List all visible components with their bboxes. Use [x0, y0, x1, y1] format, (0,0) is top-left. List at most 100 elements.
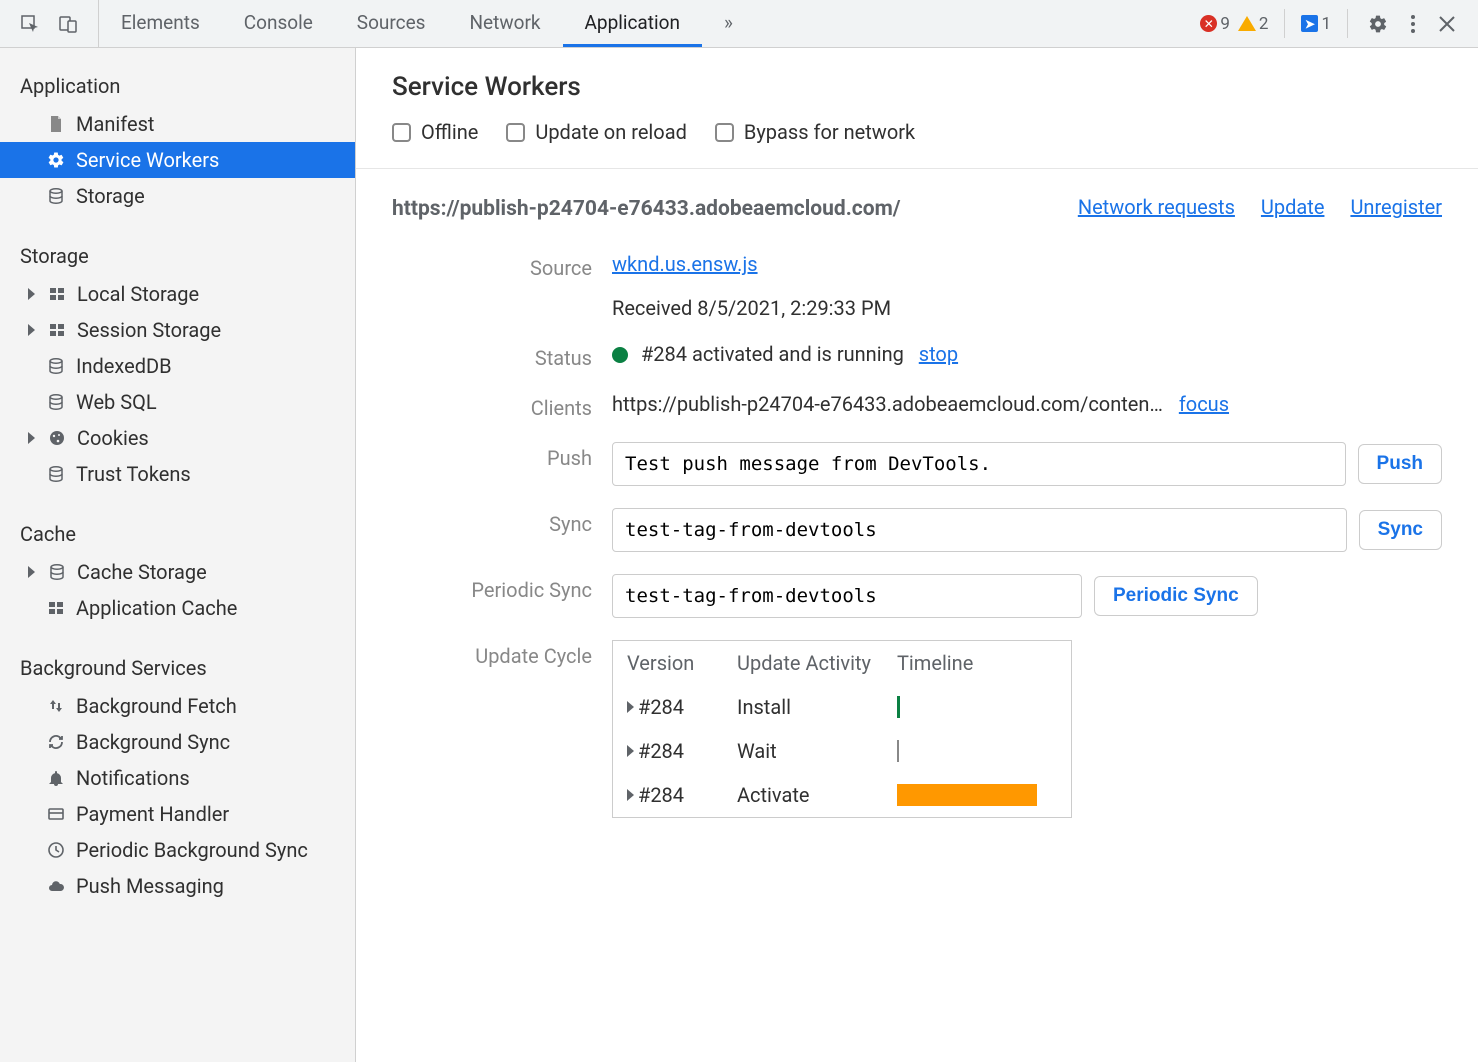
push-button[interactable]: Push [1358, 444, 1442, 484]
inspect-element-icon[interactable] [16, 10, 44, 38]
tab-network[interactable]: Network [447, 0, 562, 47]
sidebar-item-manifest[interactable]: Manifest [0, 106, 355, 142]
sync-button[interactable]: Sync [1359, 510, 1442, 550]
sync-input[interactable] [612, 508, 1347, 552]
sidebar-item-session-storage[interactable]: Session Storage [0, 312, 355, 348]
offline-checkbox[interactable]: Offline [392, 120, 478, 144]
gear-icon [46, 150, 66, 170]
periodic-sync-button[interactable]: Periodic Sync [1094, 576, 1258, 616]
warnings-badge[interactable]: 2 [1238, 14, 1269, 34]
clients-url: https://publish-p24704-e76433.adobeaemcl… [612, 392, 1163, 416]
sidebar-item-label: Service Workers [76, 148, 219, 172]
expand-triangle-icon [627, 789, 634, 801]
status-label: Status [392, 342, 592, 370]
update-on-reload-label: Update on reload [535, 120, 687, 144]
tab-elements[interactable]: Elements [99, 0, 222, 47]
devtools-topbar: Elements Console Sources Network Applica… [0, 0, 1478, 48]
grid-icon [46, 598, 66, 618]
messages-badge[interactable]: ➤ 1 [1301, 14, 1331, 34]
sidebar-section-title: Storage [0, 236, 355, 276]
periodic-sync-input[interactable] [612, 574, 1082, 618]
push-label: Push [392, 442, 592, 470]
source-label: Source [392, 252, 592, 280]
db-icon [46, 186, 66, 206]
sidebar-item-local-storage[interactable]: Local Storage [0, 276, 355, 312]
cycle-activity: Activate [737, 783, 897, 807]
clock-icon [46, 840, 66, 860]
sidebar-item-periodic-background-sync[interactable]: Periodic Background Sync [0, 832, 355, 868]
sidebar-item-label: Notifications [76, 766, 190, 790]
sidebar-item-web-sql[interactable]: Web SQL [0, 384, 355, 420]
sidebar-item-indexeddb[interactable]: IndexedDB [0, 348, 355, 384]
tab-overflow[interactable]: » [702, 0, 755, 47]
sidebar-item-label: Cache Storage [77, 560, 207, 584]
expand-triangle-icon [627, 701, 634, 713]
unregister-link[interactable]: Unregister [1350, 195, 1442, 219]
network-requests-link[interactable]: Network requests [1078, 195, 1235, 219]
cycle-version: #284 [638, 783, 684, 807]
sidebar-item-label: Background Fetch [76, 694, 237, 718]
tab-sources[interactable]: Sources [335, 0, 448, 47]
db-icon [46, 464, 66, 484]
page-title: Service Workers [392, 72, 1442, 102]
message-icon: ➤ [1301, 15, 1318, 32]
sidebar-item-cache-storage[interactable]: Cache Storage [0, 554, 355, 590]
sidebar-item-push-messaging[interactable]: Push Messaging [0, 868, 355, 904]
sidebar-section-title: Application [0, 66, 355, 106]
sidebar-item-application-cache[interactable]: Application Cache [0, 590, 355, 626]
device-toggle-icon[interactable] [54, 10, 82, 38]
cookie-icon [47, 428, 67, 448]
sidebar-item-background-sync[interactable]: Background Sync [0, 724, 355, 760]
file-icon [46, 114, 66, 134]
more-icon[interactable] [1400, 10, 1426, 38]
sw-actions: Network requests Update Unregister [1078, 195, 1442, 219]
timeline-bar [897, 784, 1037, 806]
cycle-row[interactable]: #284 Install [613, 685, 1071, 729]
warnings-count: 2 [1259, 14, 1269, 34]
tab-application[interactable]: Application [563, 0, 702, 47]
sidebar-section-title: Background Services [0, 648, 355, 688]
sidebar-item-payment-handler[interactable]: Payment Handler [0, 796, 355, 832]
sidebar-item-storage[interactable]: Storage [0, 178, 355, 214]
status-stop-link[interactable]: stop [919, 342, 958, 366]
warning-icon [1238, 16, 1256, 31]
errors-badge[interactable]: ✕ 9 [1200, 14, 1230, 34]
push-input[interactable] [612, 442, 1346, 486]
sidebar-item-label: Application Cache [76, 596, 237, 620]
sidebar-item-trust-tokens[interactable]: Trust Tokens [0, 456, 355, 492]
sidebar-item-label: Manifest [76, 112, 154, 136]
sidebar-section-title: Cache [0, 514, 355, 554]
clients-focus-link[interactable]: focus [1179, 392, 1229, 416]
source-received: Received 8/5/2021, 2:29:33 PM [612, 296, 1442, 320]
cycle-row[interactable]: #284 Activate [613, 773, 1071, 817]
cycle-version: #284 [638, 695, 684, 719]
sync-icon [46, 732, 66, 752]
tab-console[interactable]: Console [222, 0, 335, 47]
sidebar-item-label: Trust Tokens [76, 462, 191, 486]
cycle-row[interactable]: #284Wait [613, 729, 1071, 773]
topbar-left-icons [0, 0, 99, 47]
cloud-icon [46, 876, 66, 896]
error-icon: ✕ [1200, 15, 1217, 32]
updown-icon [46, 696, 66, 716]
sw-options-row: Offline Update on reload Bypass for netw… [392, 120, 1442, 144]
sidebar-item-label: Background Sync [76, 730, 230, 754]
close-icon[interactable] [1434, 11, 1460, 37]
sidebar-item-notifications[interactable]: Notifications [0, 760, 355, 796]
status-running-icon [612, 347, 628, 363]
sidebar-item-label: Periodic Background Sync [76, 838, 308, 862]
settings-icon[interactable] [1364, 10, 1392, 38]
update-on-reload-checkbox[interactable]: Update on reload [506, 120, 687, 144]
update-link[interactable]: Update [1261, 195, 1325, 219]
bypass-checkbox[interactable]: Bypass for network [715, 120, 915, 144]
content-pane: Service Workers Offline Update on reload… [356, 48, 1478, 1062]
expand-triangle-icon [627, 745, 634, 757]
sidebar-item-background-fetch[interactable]: Background Fetch [0, 688, 355, 724]
expand-triangle-icon [28, 288, 35, 300]
sidebar-item-cookies[interactable]: Cookies [0, 420, 355, 456]
sidebar-item-service-workers[interactable]: Service Workers [0, 142, 355, 178]
messages-count: 1 [1321, 14, 1331, 34]
source-file-link[interactable]: wknd.us.ensw.js [612, 252, 758, 276]
cycle-activity: Install [737, 695, 897, 719]
sidebar-item-label: Push Messaging [76, 874, 224, 898]
